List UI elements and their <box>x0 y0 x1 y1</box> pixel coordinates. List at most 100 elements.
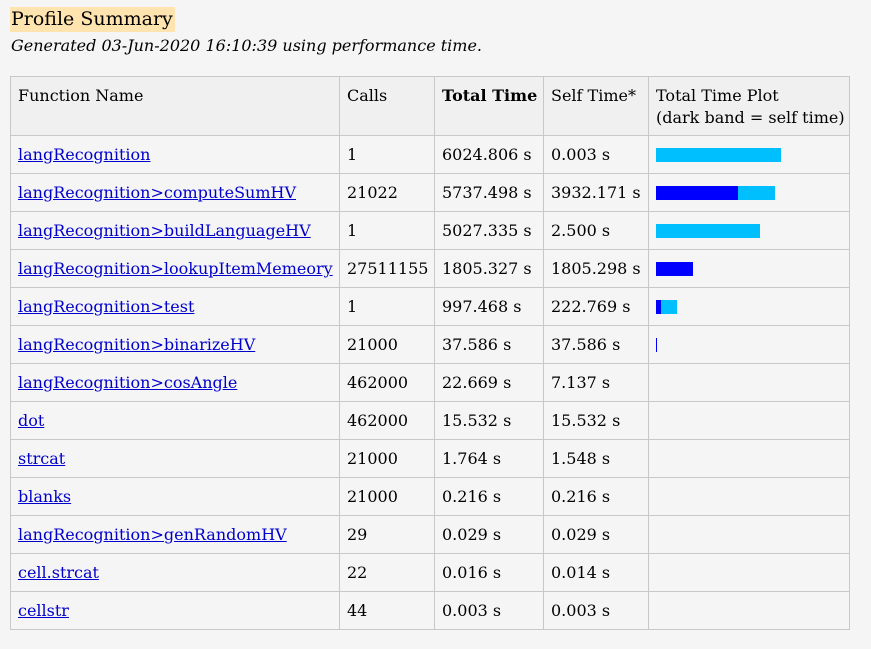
total-time-cell: 22.669 s <box>434 363 544 402</box>
total-time-cell: 997.468 s <box>434 287 544 326</box>
time-plot-bar <box>656 185 849 200</box>
function-name-cell: langRecognition <box>10 135 340 174</box>
function-name-cell: langRecognition>binarizeHV <box>10 325 340 364</box>
function-name-cell: dot <box>10 401 340 440</box>
self-time-cell: 2.500 s <box>543 211 649 250</box>
column-header-calls[interactable]: Calls <box>339 76 435 136</box>
self-time-cell: 15.532 s <box>543 401 649 440</box>
column-header-total-time-plot: Total Time Plot (dark band = self time) <box>648 76 850 136</box>
time-plot-cell <box>648 591 850 630</box>
function-name-cell: langRecognition>genRandomHV <box>10 515 340 554</box>
function-link[interactable]: dot <box>18 411 44 430</box>
self-time-cell: 0.014 s <box>543 553 649 592</box>
total-time-band <box>656 223 760 238</box>
column-header-function-name[interactable]: Function Name <box>10 76 340 136</box>
self-time-band <box>656 185 738 200</box>
table-header-row: Function Name Calls Total Time Self Time… <box>10 76 850 136</box>
total-time-cell: 0.029 s <box>434 515 544 554</box>
calls-cell: 21022 <box>339 173 435 212</box>
table-row: langRecognition>computeSumHV 21022 5737.49… <box>10 173 850 212</box>
function-link[interactable]: blanks <box>18 487 71 506</box>
self-time-band <box>656 261 693 276</box>
self-time-cell: 3932.171 s <box>543 173 649 212</box>
self-time-cell: 0.003 s <box>543 135 649 174</box>
table-row: cellstr 44 0.003 s 0.003 s <box>10 591 850 630</box>
total-time-cell: 5027.335 s <box>434 211 544 250</box>
time-plot-bar <box>656 261 849 276</box>
function-name-cell: cellstr <box>10 591 340 630</box>
self-time-band <box>656 299 661 314</box>
self-time-cell: 0.029 s <box>543 515 649 554</box>
profile-summary-table: Function Name Calls Total Time Self Time… <box>10 76 850 630</box>
function-name-cell: langRecognition>buildLanguageHV <box>10 211 340 250</box>
time-plot-bar <box>656 223 849 238</box>
table-row: langRecognition>test 1 997.468 s 222.769 s <box>10 287 850 326</box>
function-link[interactable]: cell.strcat <box>18 563 99 582</box>
calls-cell: 1 <box>339 287 435 326</box>
self-time-cell: 37.586 s <box>543 325 649 364</box>
function-link[interactable]: langRecognition>lookupItemMemeory <box>18 259 333 278</box>
time-plot-cell <box>648 439 850 478</box>
function-link[interactable]: cellstr <box>18 601 69 620</box>
column-header-self-time[interactable]: Self Time* <box>543 76 649 136</box>
function-link[interactable]: strcat <box>18 449 65 468</box>
table-row: strcat 21000 1.764 s 1.548 s <box>10 439 850 478</box>
function-name-cell: langRecognition>test <box>10 287 340 326</box>
function-link[interactable]: langRecognition>buildLanguageHV <box>18 221 311 240</box>
plot-header-title: Total Time Plot <box>656 86 779 105</box>
time-plot-cell <box>648 211 850 250</box>
self-time-cell: 0.216 s <box>543 477 649 516</box>
table-row: langRecognition>cosAngle 462000 22.669 s 7.… <box>10 363 850 402</box>
plot-header-note: (dark band = self time) <box>656 108 845 127</box>
function-name-cell: strcat <box>10 439 340 478</box>
time-plot-cell <box>648 401 850 440</box>
function-link[interactable]: langRecognition>binarizeHV <box>18 335 255 354</box>
function-name-cell: langRecognition>lookupItemMemeory <box>10 249 340 288</box>
function-name-cell: langRecognition>cosAngle <box>10 363 340 402</box>
calls-cell: 44 <box>339 591 435 630</box>
function-name-cell: langRecognition>computeSumHV <box>10 173 340 212</box>
self-time-cell: 1805.298 s <box>543 249 649 288</box>
profile-summary-page: Profile Summary Generated 03-Jun-2020 16… <box>0 0 871 649</box>
time-plot-cell <box>648 515 850 554</box>
page-title: Profile Summary <box>10 7 175 32</box>
table-row: langRecognition>binarizeHV 21000 37.586 s3… <box>10 325 850 364</box>
function-name-cell: cell.strcat <box>10 553 340 592</box>
function-link[interactable]: langRecognition>test <box>18 297 194 316</box>
time-plot-bar <box>656 299 849 314</box>
calls-cell: 462000 <box>339 363 435 402</box>
total-time-cell: 0.016 s <box>434 553 544 592</box>
function-link[interactable]: langRecognition>genRandomHV <box>18 525 287 544</box>
calls-cell: 1 <box>339 135 435 174</box>
generated-subtitle: Generated 03-Jun-2020 16:10:39 using per… <box>11 36 483 55</box>
calls-cell: 462000 <box>339 401 435 440</box>
total-time-band <box>656 147 781 162</box>
self-time-band <box>656 337 657 352</box>
function-link[interactable]: langRecognition <box>18 145 150 164</box>
total-time-cell: 1.764 s <box>434 439 544 478</box>
self-time-cell: 7.137 s <box>543 363 649 402</box>
column-header-total-time[interactable]: Total Time <box>434 76 544 136</box>
calls-cell: 22 <box>339 553 435 592</box>
total-time-cell: 37.586 s <box>434 325 544 364</box>
calls-cell: 27511155 <box>339 249 435 288</box>
table-row: langRecognition 1 6024.806 s 0.003 s <box>10 135 850 174</box>
table-row: langRecognition>lookupItemMemeory 2751115… <box>10 249 850 288</box>
function-name-cell: blanks <box>10 477 340 516</box>
self-time-cell: 1.548 s <box>543 439 649 478</box>
total-time-cell: 5737.498 s <box>434 173 544 212</box>
table-body: langRecognition 1 6024.806 s 0.003 s langRec… <box>10 135 850 630</box>
self-time-cell: 0.003 s <box>543 591 649 630</box>
time-plot-cell <box>648 363 850 402</box>
time-plot-cell <box>648 553 850 592</box>
table-row: langRecognition>genRandomHV 29 0.029 s 0.02… <box>10 515 850 554</box>
total-time-cell: 15.532 s <box>434 401 544 440</box>
function-link[interactable]: langRecognition>computeSumHV <box>18 183 296 202</box>
self-time-cell: 222.769 s <box>543 287 649 326</box>
table-row: dot 462000 15.532 s 15.532 s <box>10 401 850 440</box>
function-link[interactable]: langRecognition>cosAngle <box>18 373 237 392</box>
table-row: blanks 21000 0.216 s 0.216 s <box>10 477 850 516</box>
total-time-cell: 0.216 s <box>434 477 544 516</box>
time-plot-cell <box>648 173 850 212</box>
time-plot-cell <box>648 287 850 326</box>
